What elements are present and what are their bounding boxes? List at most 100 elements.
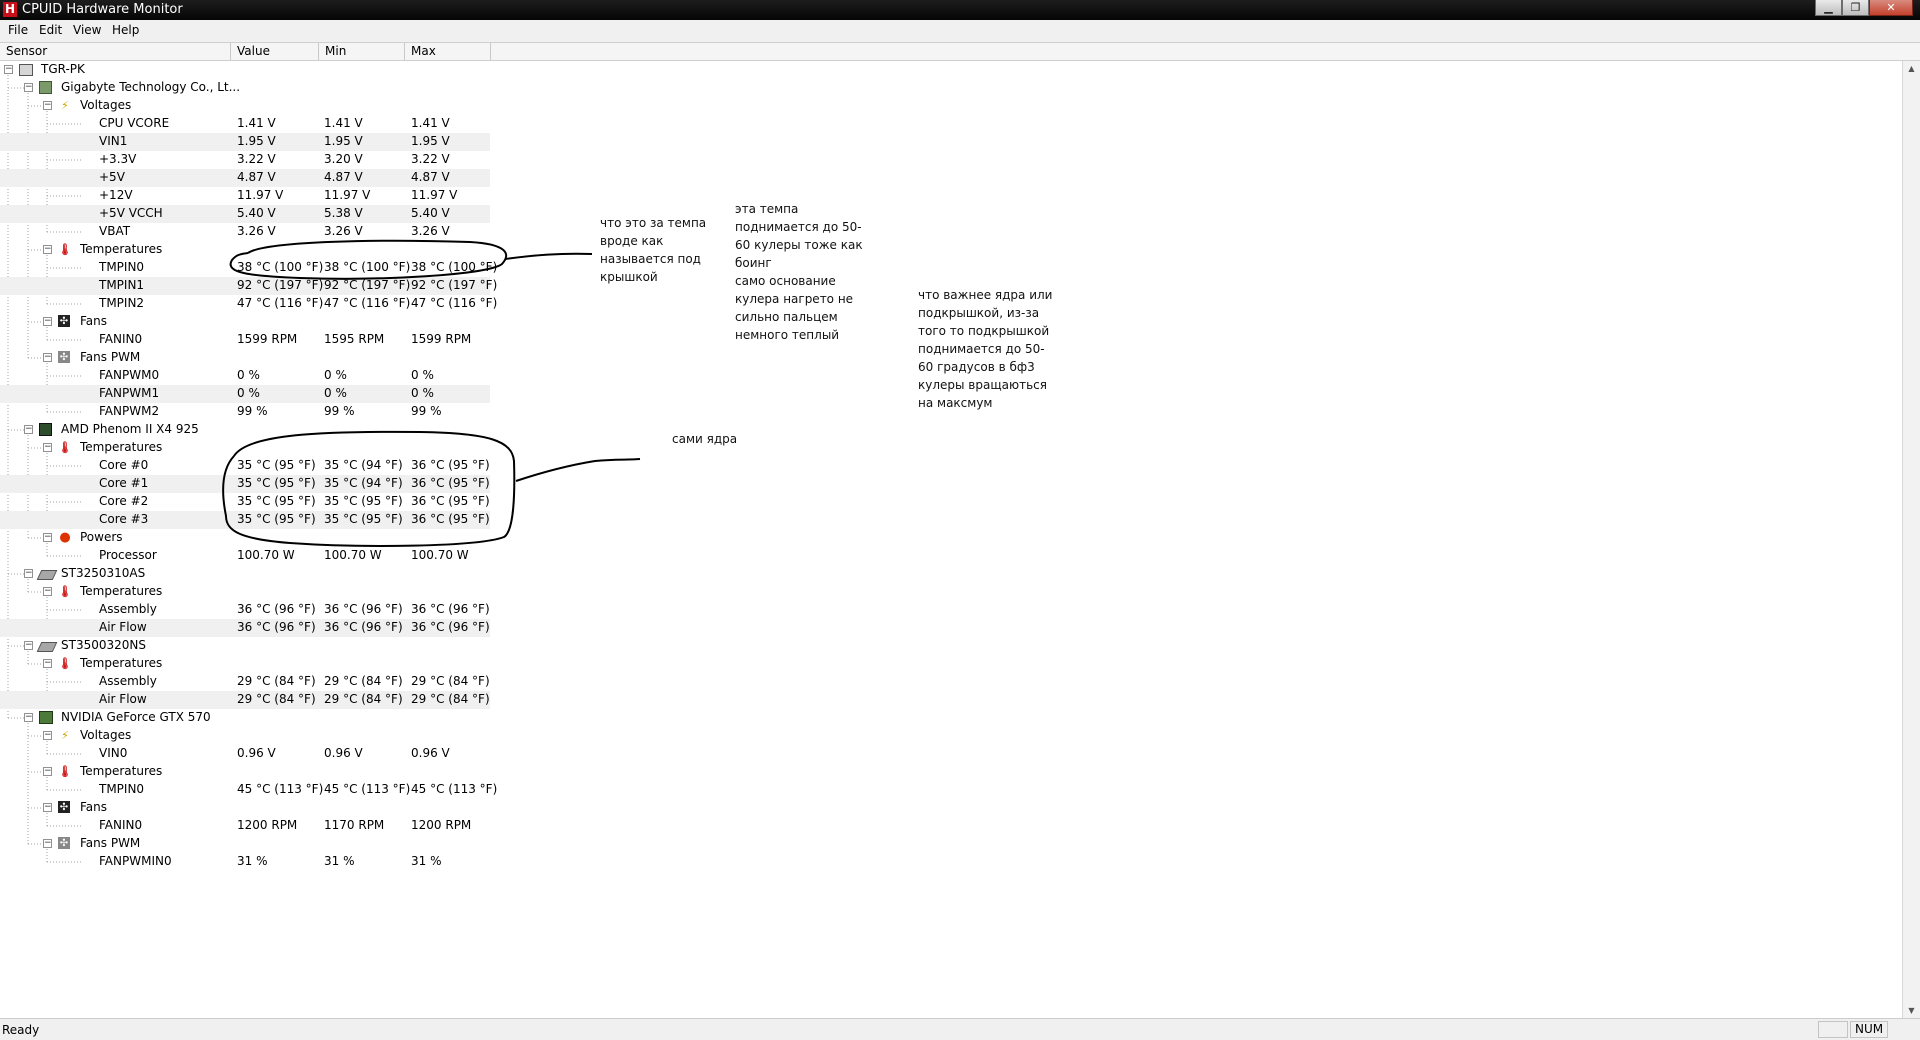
menu-file[interactable]: File — [8, 23, 28, 37]
tree-group-row[interactable]: − ⚡ Voltages — [0, 97, 490, 115]
tree-group-row[interactable]: − 🌡 Temperatures — [0, 583, 490, 601]
tree-group-row[interactable]: − ST3500320NS — [0, 637, 490, 655]
sensor-row[interactable]: FANPWM0 0 % 0 % 0 % — [0, 367, 490, 385]
collapse-toggle-icon[interactable]: − — [43, 659, 52, 668]
minimize-button[interactable]: ▁ — [1815, 0, 1842, 16]
sensor-row[interactable]: TMPIN0 38 °C (100 °F) 38 °C (100 °F) 38 °C … — [0, 259, 497, 277]
sensor-row[interactable]: Core #0 35 °C (95 °F) 35 °C (94 °F) 36 °C (… — [0, 457, 490, 475]
tree-group-row[interactable]: − 🌡 Temperatures — [0, 763, 490, 781]
collapse-toggle-icon[interactable]: − — [43, 533, 52, 542]
column-header-sensor[interactable]: Sensor — [0, 43, 231, 60]
fan-pwm-icon: ✣ — [58, 351, 70, 363]
sensor-max: 31 % — [411, 854, 442, 868]
sensor-row[interactable]: VIN1 1.95 V 1.95 V 1.95 V — [0, 133, 490, 151]
sensor-name: Core #0 — [99, 458, 149, 472]
sensor-row[interactable]: Core #3 35 °C (95 °F) 35 °C (95 °F) 36 °C (… — [0, 511, 490, 529]
sensor-row[interactable]: +12V 11.97 V 11.97 V 11.97 V — [0, 187, 490, 205]
scroll-up-arrow-icon[interactable]: ▲ — [1905, 62, 1918, 75]
scroll-down-arrow-icon[interactable]: ▼ — [1905, 1004, 1918, 1017]
sensor-max: 36 °C (95 °F) — [411, 494, 490, 508]
column-header-value[interactable]: Value — [231, 43, 319, 60]
collapse-toggle-icon[interactable]: − — [43, 767, 52, 776]
sensor-row[interactable]: FANPWM2 99 % 99 % 99 % — [0, 403, 490, 421]
close-button[interactable]: ✕ — [1869, 0, 1913, 16]
collapse-toggle-icon[interactable]: − — [4, 65, 13, 74]
collapse-toggle-icon[interactable]: − — [24, 425, 33, 434]
sensor-value: 1599 RPM — [237, 332, 298, 346]
group-label: ST3250310AS — [61, 566, 146, 580]
sensor-tree[interactable]: − TGR-PK − Gigabyte Technology Co., Lt... − ⚡… — [0, 61, 1902, 1018]
collapse-toggle-icon[interactable]: − — [43, 317, 52, 326]
tree-group-row[interactable]: − ⚡ Voltages — [0, 727, 490, 745]
collapse-toggle-icon[interactable]: − — [43, 101, 52, 110]
tree-group-row[interactable]: − AMD Phenom II X4 925 — [0, 421, 490, 439]
collapse-toggle-icon[interactable]: − — [24, 713, 33, 722]
collapse-toggle-icon[interactable]: − — [24, 641, 33, 650]
tree-group-row[interactable]: − TGR-PK — [0, 61, 490, 79]
sensor-row[interactable]: TMPIN1 92 °C (197 °F) 92 °C (197 °F) 92 °C … — [0, 277, 497, 295]
sensor-min: 92 °C (197 °F) — [324, 278, 411, 292]
sensor-value: 35 °C (95 °F) — [237, 494, 316, 508]
vertical-scrollbar[interactable]: ▲ ▼ — [1902, 61, 1920, 1018]
sensor-name: FANPWMIN0 — [99, 854, 172, 868]
sensor-row[interactable]: Assembly 36 °C (96 °F) 36 °C (96 °F) 36 °C … — [0, 601, 490, 619]
sensor-row[interactable]: FANPWM1 0 % 0 % 0 % — [0, 385, 490, 403]
collapse-toggle-icon[interactable]: − — [43, 803, 52, 812]
collapse-toggle-icon[interactable]: − — [43, 353, 52, 362]
sensor-row[interactable]: FANIN0 1200 RPM 1170 RPM 1200 RPM — [0, 817, 490, 835]
collapse-toggle-icon[interactable]: − — [43, 245, 52, 254]
sensor-name: TMPIN2 — [99, 296, 145, 310]
menu-edit[interactable]: Edit — [39, 23, 62, 37]
sensor-row[interactable]: VBAT 3.26 V 3.26 V 3.26 V — [0, 223, 490, 241]
annotation-note-1: что это за темпа вроде как называется по… — [600, 216, 707, 284]
tree-group-row[interactable]: − NVIDIA GeForce GTX 570 — [0, 709, 490, 727]
sensor-value: 5.40 V — [237, 206, 276, 220]
sensor-value: 29 °C (84 °F) — [237, 674, 316, 688]
collapse-toggle-icon[interactable]: − — [43, 443, 52, 452]
tree-group-row[interactable]: − ✣ Fans — [0, 799, 490, 817]
tree-group-row[interactable]: − ✣ Fans PWM — [0, 835, 490, 853]
column-header-max[interactable]: Max — [405, 43, 491, 60]
sensor-row[interactable]: VIN0 0.96 V 0.96 V 0.96 V — [0, 745, 490, 763]
collapse-toggle-icon[interactable]: − — [24, 569, 33, 578]
sensor-name: Assembly — [99, 674, 157, 688]
tree-group-row[interactable]: − 🌡 Temperatures — [0, 655, 490, 673]
sensor-row[interactable]: Assembly 29 °C (84 °F) 29 °C (84 °F) 29 °C … — [0, 673, 490, 691]
sensor-row[interactable]: +5V 4.87 V 4.87 V 4.87 V — [0, 169, 490, 187]
sensor-min: 35 °C (95 °F) — [324, 494, 403, 508]
sensor-name: Air Flow — [99, 692, 147, 706]
tree-group-row[interactable]: − ✣ Fans — [0, 313, 490, 331]
group-label: Fans PWM — [80, 350, 141, 364]
sensor-row[interactable]: Air Flow 29 °C (84 °F) 29 °C (84 °F) 29 °C … — [0, 691, 490, 709]
sensor-row[interactable]: FANPWMIN0 31 % 31 % 31 % — [0, 853, 490, 871]
maximize-button[interactable]: ❐ — [1842, 0, 1869, 16]
collapse-toggle-icon[interactable]: − — [24, 83, 33, 92]
sensor-name: TMPIN0 — [99, 782, 145, 796]
column-header-min[interactable]: Min — [319, 43, 405, 60]
sensor-value: 35 °C (95 °F) — [237, 458, 316, 472]
sensor-row[interactable]: TMPIN2 47 °C (116 °F) 47 °C (116 °F) 47 °C … — [0, 295, 497, 313]
tree-group-row[interactable]: − ST3250310AS — [0, 565, 490, 583]
collapse-toggle-icon[interactable]: − — [43, 731, 52, 740]
sensor-row[interactable]: +5V VCCH 5.40 V 5.38 V 5.40 V — [0, 205, 490, 223]
menu-view[interactable]: View — [73, 23, 101, 37]
tree-group-row[interactable]: − 🌡 Temperatures — [0, 439, 490, 457]
sensor-row[interactable]: Processor 100.70 W 100.70 W 100.70 W — [0, 547, 490, 565]
sensor-row[interactable]: TMPIN0 45 °C (113 °F) 45 °C (113 °F) 45 °C … — [0, 781, 497, 799]
collapse-toggle-icon[interactable]: − — [43, 839, 52, 848]
sensor-row[interactable]: Air Flow 36 °C (96 °F) 36 °C (96 °F) 36 °C … — [0, 619, 490, 637]
menu-help[interactable]: Help — [112, 23, 139, 37]
sensor-min: 11.97 V — [324, 188, 371, 202]
sensor-row[interactable]: Core #1 35 °C (95 °F) 35 °C (94 °F) 36 °C (… — [0, 475, 490, 493]
collapse-toggle-icon[interactable]: − — [43, 587, 52, 596]
sensor-value: 1.95 V — [237, 134, 276, 148]
tree-group-row[interactable]: − Gigabyte Technology Co., Lt... — [0, 79, 490, 97]
tree-group-row[interactable]: − ✣ Fans PWM — [0, 349, 490, 367]
sensor-row[interactable]: FANIN0 1599 RPM 1595 RPM 1599 RPM — [0, 331, 490, 349]
sensor-row[interactable]: Core #2 35 °C (95 °F) 35 °C (95 °F) 36 °C (… — [0, 493, 490, 511]
sensor-row[interactable]: CPU VCORE 1.41 V 1.41 V 1.41 V — [0, 115, 490, 133]
tree-group-row[interactable]: − 🌡 Temperatures — [0, 241, 490, 259]
sensor-row[interactable]: +3.3V 3.22 V 3.20 V 3.22 V — [0, 151, 490, 169]
tree-group-row[interactable]: − ● Powers — [0, 529, 490, 547]
hard-drive-icon — [36, 570, 58, 580]
